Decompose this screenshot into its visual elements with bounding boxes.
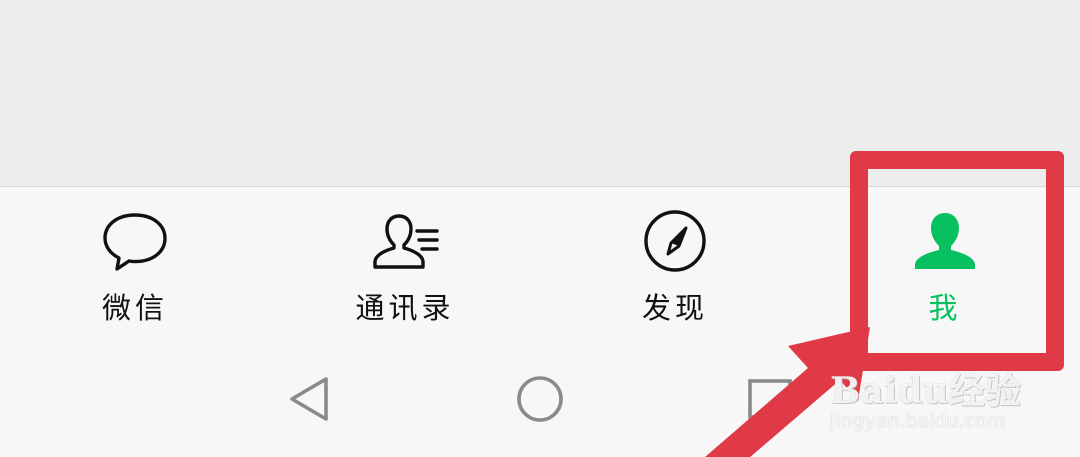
tab-me[interactable]: 我	[810, 187, 1080, 339]
chat-bubble-icon	[103, 213, 167, 271]
tab-discover-label: 发现	[641, 291, 708, 325]
back-icon[interactable]	[282, 371, 338, 427]
person-icon	[915, 213, 975, 269]
tab-chats[interactable]: 微信	[0, 187, 270, 339]
tab-me-label: 我	[928, 291, 962, 325]
tab-contacts-label: 通讯录	[355, 291, 455, 325]
tab-discover[interactable]: 发现	[540, 187, 810, 339]
screen: 微信 通讯录 发现 我 Baidu经验 jingyan.baidu.com	[0, 0, 1080, 457]
recents-icon[interactable]	[742, 371, 798, 427]
bottom-tab-bar: 微信 通讯录 发现 我	[0, 186, 1080, 338]
system-navigation-bar	[0, 338, 1080, 457]
tab-contacts[interactable]: 通讯录	[270, 187, 540, 339]
contacts-icon	[373, 214, 439, 269]
compass-icon	[644, 210, 706, 272]
content-area	[0, 0, 1080, 186]
tab-chats-label: 微信	[101, 291, 168, 325]
home-icon[interactable]	[512, 371, 568, 427]
